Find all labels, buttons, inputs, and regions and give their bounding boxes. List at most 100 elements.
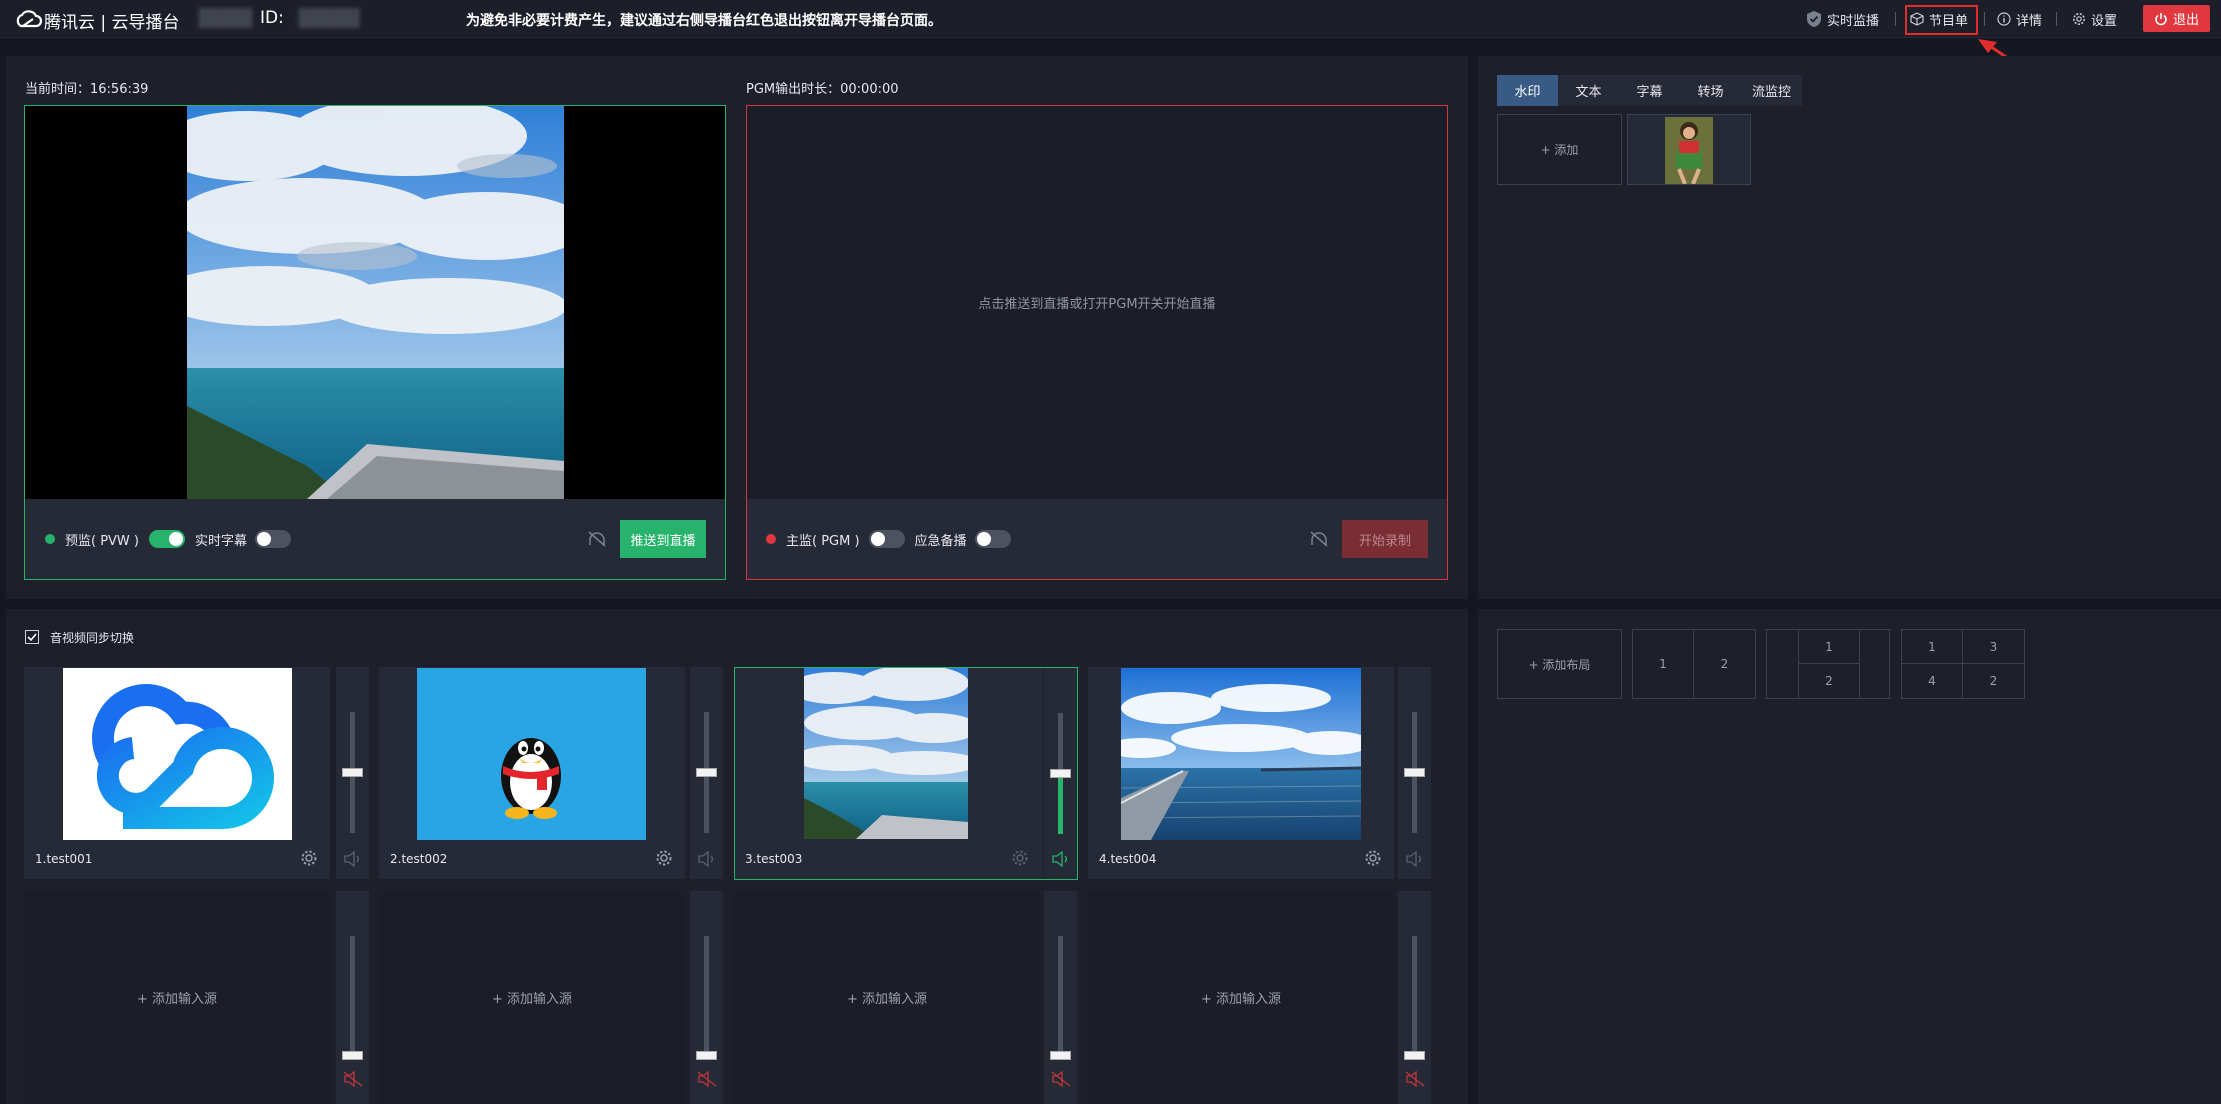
volume-fader-4[interactable] bbox=[1398, 667, 1431, 879]
source-image-qq bbox=[417, 668, 646, 840]
exit-button[interactable]: 退出 bbox=[2143, 5, 2210, 32]
speaker-icon[interactable] bbox=[1051, 851, 1071, 867]
pvw-toggle[interactable] bbox=[149, 530, 185, 548]
masked-name bbox=[198, 8, 252, 28]
tencent-cloud-logo-icon bbox=[16, 10, 42, 28]
gear-icon[interactable] bbox=[1011, 849, 1029, 867]
tab-text[interactable]: 文本 bbox=[1558, 75, 1619, 106]
source-name: 3.test003 bbox=[745, 852, 803, 866]
pvw-label: 预监( PVW ) bbox=[65, 533, 139, 549]
add-source-slot-7[interactable]: + 添加输入源 bbox=[734, 891, 1040, 1104]
audio-monitor-icon[interactable] bbox=[588, 531, 606, 547]
preview-controls: 预监( PVW ) 实时字幕 推送到直播 bbox=[25, 499, 725, 579]
fader-handle[interactable] bbox=[1050, 769, 1071, 778]
audio-monitor-icon[interactable] bbox=[1310, 531, 1328, 547]
add-source-slot-5[interactable]: + 添加输入源 bbox=[24, 891, 330, 1104]
gear-icon[interactable] bbox=[1364, 849, 1382, 867]
source-image-pier bbox=[1121, 668, 1361, 840]
layout-four-split[interactable]: 1 3 4 2 bbox=[1901, 629, 2025, 699]
header-divider bbox=[1984, 12, 1985, 26]
fader-handle[interactable] bbox=[1404, 768, 1425, 777]
details-label: 详情 bbox=[2016, 13, 2043, 29]
speaker-icon[interactable] bbox=[343, 851, 363, 867]
check-icon bbox=[27, 633, 37, 642]
pgm-duration-label: PGM输出时长：00:00:00 bbox=[746, 82, 899, 97]
tab-watermark[interactable]: 水印 bbox=[1497, 75, 1558, 106]
source-name: 2.test002 bbox=[390, 852, 448, 866]
volume-fader-6[interactable] bbox=[690, 891, 723, 1104]
volume-fader-8[interactable] bbox=[1398, 891, 1431, 1104]
sync-checkbox[interactable] bbox=[25, 630, 39, 644]
layout-pip[interactable]: 1 2 bbox=[1766, 629, 1890, 699]
source-name: 1.test001 bbox=[35, 852, 93, 866]
pgm-toggle[interactable] bbox=[868, 530, 905, 548]
program-controls: 主监( PGM ) 应急备播 开始录制 bbox=[747, 499, 1447, 579]
fader-handle[interactable] bbox=[342, 768, 363, 777]
highlight-box bbox=[1905, 5, 1978, 35]
backup-toggle[interactable] bbox=[974, 530, 1011, 548]
volume-fader-5[interactable] bbox=[336, 891, 369, 1104]
details-button[interactable]: 详情 bbox=[1997, 8, 2042, 30]
fader-level bbox=[1058, 773, 1063, 834]
muted-speaker-icon[interactable] bbox=[1405, 1071, 1425, 1087]
add-source-slot-8[interactable]: + 添加输入源 bbox=[1088, 891, 1394, 1104]
add-layout-button[interactable]: + 添加布局 bbox=[1497, 629, 1622, 699]
preview-image bbox=[187, 106, 564, 499]
fader-handle[interactable] bbox=[342, 1051, 363, 1060]
shield-check-icon bbox=[1807, 11, 1821, 27]
add-source-slot-6[interactable]: + 添加输入源 bbox=[379, 891, 685, 1104]
source-cell-1[interactable]: 1.test001 bbox=[24, 667, 330, 879]
fader-track bbox=[704, 936, 709, 1057]
fader-handle[interactable] bbox=[696, 1051, 717, 1060]
realtime-monitor-label: 实时监播 bbox=[1827, 13, 1880, 29]
masked-id bbox=[298, 8, 360, 28]
muted-speaker-icon[interactable] bbox=[697, 1071, 717, 1087]
realtime-monitor-button[interactable]: 实时监播 bbox=[1806, 8, 1879, 30]
fader-handle[interactable] bbox=[1050, 1051, 1071, 1060]
add-watermark-button[interactable]: + 添加 bbox=[1497, 114, 1622, 185]
muted-speaker-icon[interactable] bbox=[343, 1071, 363, 1087]
volume-fader-1[interactable] bbox=[336, 667, 369, 879]
layout-two-split[interactable]: 1 2 bbox=[1632, 629, 1756, 699]
program-placeholder: 点击推送到直播或打开PGM开关开始直播 bbox=[747, 106, 1447, 499]
fader-handle[interactable] bbox=[1404, 1051, 1425, 1060]
header-divider bbox=[2056, 12, 2057, 26]
source-cell-2[interactable]: 2.test002 bbox=[379, 667, 685, 879]
speaker-icon[interactable] bbox=[1405, 851, 1425, 867]
tab-stream-monitor[interactable]: 流监控 bbox=[1741, 75, 1802, 106]
pgm-status-dot bbox=[766, 534, 776, 544]
backup-label: 应急备播 bbox=[914, 533, 967, 549]
power-icon bbox=[2155, 12, 2167, 25]
speaker-icon[interactable] bbox=[697, 851, 717, 867]
volume-fader-3[interactable] bbox=[1044, 668, 1077, 879]
source-cell-3[interactable]: 3.test003 bbox=[734, 667, 1078, 880]
id-label: ID: bbox=[260, 8, 284, 28]
sync-label: 音视频同步切换 bbox=[50, 631, 135, 645]
gear-icon[interactable] bbox=[300, 849, 318, 867]
muted-speaker-icon[interactable] bbox=[1051, 1071, 1071, 1087]
fader-track bbox=[350, 936, 355, 1057]
subtitle-toggle[interactable] bbox=[255, 530, 292, 548]
tab-subtitle[interactable]: 字幕 bbox=[1619, 75, 1680, 106]
volume-fader-2[interactable] bbox=[690, 667, 723, 879]
settings-label: 设置 bbox=[2091, 13, 2118, 29]
fader-track bbox=[1412, 936, 1417, 1057]
tab-transition[interactable]: 转场 bbox=[1680, 75, 1741, 106]
start-recording-button[interactable]: 开始录制 bbox=[1342, 520, 1428, 558]
top-bar: 腾讯云 | 云导播台 ID: 为避免非必要计费产生，建议通过右侧导播台红色退出按… bbox=[0, 0, 2221, 38]
billing-notice: 为避免非必要计费产生，建议通过右侧导播台红色退出按钮离开导播台页面。 bbox=[466, 13, 942, 29]
pgm-label: 主监( PGM ) bbox=[786, 533, 860, 549]
push-to-live-button[interactable]: 推送到直播 bbox=[620, 520, 706, 558]
source-cell-4[interactable]: 4.test004 bbox=[1088, 667, 1394, 879]
volume-fader-7[interactable] bbox=[1044, 891, 1077, 1104]
current-time-label: 当前时间：16:56:39 bbox=[25, 82, 149, 97]
settings-button[interactable]: 设置 bbox=[2072, 8, 2117, 30]
source-image-sea bbox=[804, 668, 968, 839]
fader-handle[interactable] bbox=[696, 768, 717, 777]
watermark-thumb[interactable] bbox=[1627, 114, 1751, 185]
header-divider bbox=[1895, 12, 1896, 26]
source-image-tencent-cloud bbox=[63, 668, 292, 840]
info-icon bbox=[1997, 12, 2011, 26]
source-name: 4.test004 bbox=[1099, 852, 1157, 866]
gear-icon[interactable] bbox=[655, 849, 673, 867]
